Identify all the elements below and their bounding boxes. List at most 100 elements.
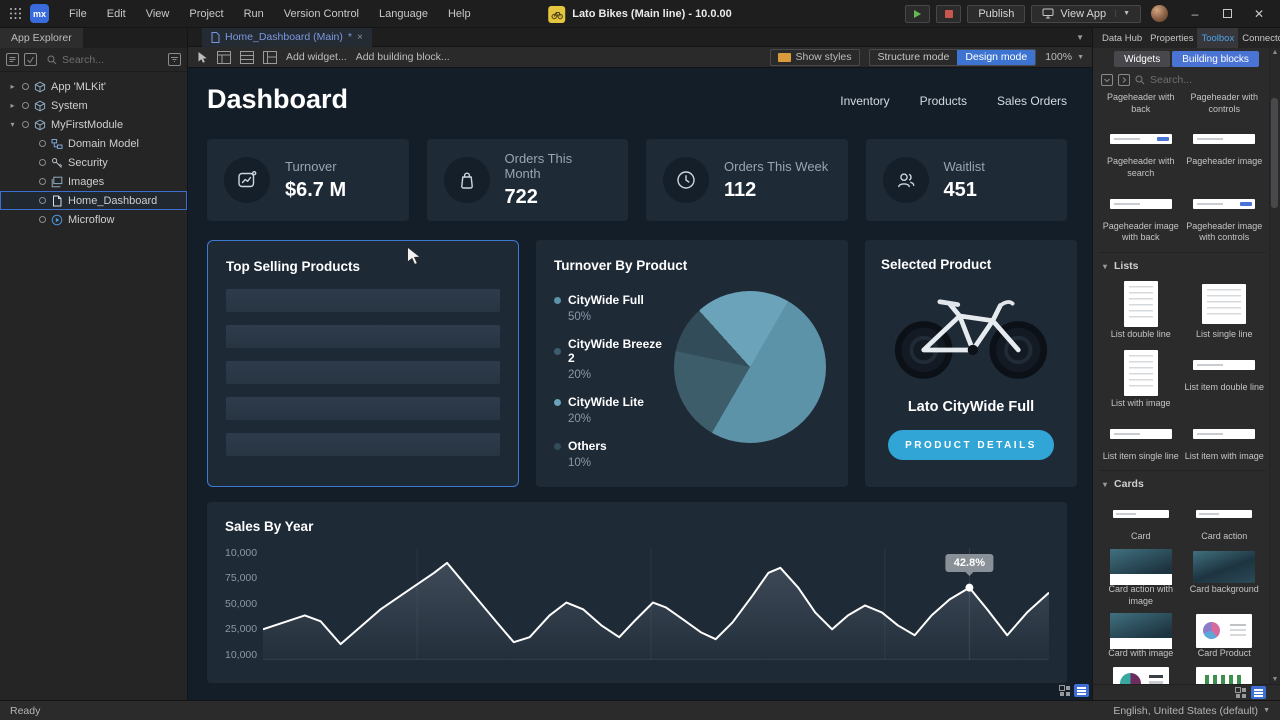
- kpi-card-orders-this-week[interactable]: Orders This Week112: [646, 139, 848, 221]
- view-app-button[interactable]: View App ▼: [1031, 5, 1141, 23]
- view-app-caret-icon[interactable]: ▼: [1115, 10, 1130, 17]
- add-widget-button[interactable]: Add widget...: [286, 51, 347, 63]
- building-block-card-with-image[interactable]: Card with image: [1099, 614, 1183, 660]
- list-view-icon[interactable]: [1251, 686, 1266, 699]
- building-block-pageheader-image-with-back[interactable]: Pageheader image with back: [1099, 187, 1183, 244]
- menu-item-view[interactable]: View: [136, 0, 180, 28]
- zoom-level: 100%: [1045, 51, 1072, 63]
- layout-rows-icon[interactable]: [240, 51, 254, 64]
- building-block-card-action-with-image[interactable]: Card action with image: [1099, 550, 1183, 607]
- structure-mode-button[interactable]: Structure mode: [870, 50, 958, 65]
- tab-data-hub[interactable]: Data Hub: [1098, 28, 1146, 48]
- grid-view-icon[interactable]: [1234, 686, 1247, 699]
- section-header-cards[interactable]: ▾Cards: [1099, 470, 1266, 497]
- tree-item-myfirstmodule[interactable]: ▾MyFirstModule: [0, 115, 187, 134]
- building-block-card-stats[interactable]: Card Stats: [1099, 667, 1183, 684]
- building-block-card-product[interactable]: Card Product: [1183, 614, 1267, 660]
- building-block-pageheader-with-controls[interactable]: Pageheader with controls: [1183, 90, 1267, 115]
- building-block-card-background[interactable]: Card background: [1183, 550, 1267, 596]
- layout-columns-icon[interactable]: [263, 51, 277, 64]
- design-mode-button[interactable]: Design mode: [957, 50, 1035, 65]
- tree-item-home-dashboard[interactable]: Home_Dashboard: [0, 191, 187, 210]
- building-block-card-graph[interactable]: Card Graph: [1183, 667, 1267, 684]
- filter-settings-icon[interactable]: [168, 53, 181, 66]
- building-block-list-single-line[interactable]: List single line: [1183, 279, 1267, 341]
- user-avatar[interactable]: [1151, 5, 1168, 22]
- building-block-list-with-image[interactable]: List with image: [1099, 348, 1183, 410]
- app-launcher-icon[interactable]: [9, 7, 22, 20]
- product-details-button[interactable]: PRODUCT DETAILS: [888, 430, 1054, 460]
- building-block-list-item-double-line[interactable]: List item double line: [1183, 348, 1267, 394]
- chevron-down-icon[interactable]: ▾: [8, 120, 17, 129]
- selected-product-card[interactable]: Selected Product: [865, 240, 1077, 487]
- add-building-block-button[interactable]: Add building block...: [356, 51, 450, 63]
- tree-item-security[interactable]: Security: [0, 153, 187, 172]
- tree-item-images[interactable]: Images: [0, 172, 187, 191]
- zoom-control[interactable]: 100% ▼: [1045, 51, 1084, 63]
- stop-button[interactable]: [936, 5, 961, 23]
- scroll-down-icon[interactable]: ▼: [1272, 676, 1279, 683]
- building-block-pageheader-with-search[interactable]: Pageheader with search: [1099, 122, 1183, 179]
- building-block-pageheader-with-back[interactable]: Pageheader with back: [1099, 90, 1183, 115]
- tree-item-system[interactable]: ▸System: [0, 96, 187, 115]
- building-block-pageheader-image[interactable]: Pageheader image: [1183, 122, 1267, 168]
- nav-link-inventory[interactable]: Inventory: [840, 94, 889, 108]
- tab-close-icon[interactable]: ×: [357, 32, 363, 43]
- building-block-list-item-single-line[interactable]: List item single line: [1099, 417, 1183, 463]
- publish-button[interactable]: Publish: [967, 5, 1025, 23]
- tree-item-domain-model[interactable]: Domain Model: [0, 134, 187, 153]
- building-block-list-item-with-image[interactable]: List item with image: [1183, 417, 1267, 463]
- building-block-card[interactable]: Card: [1099, 497, 1183, 543]
- open-editors-caret-icon[interactable]: ▼: [1076, 33, 1092, 42]
- show-styles-button[interactable]: Show styles: [770, 49, 860, 66]
- mendix-logo[interactable]: mx: [30, 4, 49, 23]
- building-block-list-double-line[interactable]: List double line: [1099, 279, 1183, 341]
- tab-toolbox[interactable]: Toolbox: [1197, 28, 1238, 48]
- run-button[interactable]: [905, 5, 930, 23]
- tab-connector[interactable]: Connector: [1238, 28, 1280, 48]
- collapse-sections-icon[interactable]: [1101, 74, 1113, 86]
- building-block-pageheader-image-with-controls[interactable]: Pageheader image with controls: [1183, 187, 1267, 244]
- toggle-widgets[interactable]: Widgets: [1114, 51, 1170, 67]
- tree-item-app-mlkit[interactable]: ▸App 'MLKit': [0, 77, 187, 96]
- tab-app-explorer[interactable]: App Explorer: [0, 28, 83, 48]
- scrollbar-thumb[interactable]: [1271, 98, 1278, 208]
- turnover-by-product-card[interactable]: Turnover By Product CityWide Full50%City…: [536, 240, 848, 487]
- grid-view-icon[interactable]: [1058, 684, 1071, 697]
- expand-sections-icon[interactable]: [1118, 74, 1130, 86]
- close-button[interactable]: ✕: [1246, 0, 1272, 28]
- list-view-icon[interactable]: [1074, 684, 1089, 697]
- menu-item-help[interactable]: Help: [438, 0, 481, 28]
- building-block-card-action[interactable]: Card action: [1183, 497, 1267, 543]
- scroll-up-icon[interactable]: ▲: [1272, 49, 1279, 56]
- toolbox-search-input[interactable]: Search...: [1135, 74, 1192, 86]
- chevron-right-icon[interactable]: ▸: [8, 82, 17, 91]
- collapse-all-icon[interactable]: [6, 53, 19, 66]
- menu-item-edit[interactable]: Edit: [97, 0, 136, 28]
- tab-properties[interactable]: Properties: [1146, 28, 1197, 48]
- maximize-button[interactable]: [1214, 0, 1240, 28]
- menu-item-file[interactable]: File: [59, 0, 97, 28]
- select-tool-icon[interactable]: [196, 51, 208, 64]
- layout-grid-icon[interactable]: [217, 51, 231, 64]
- menu-item-version-control[interactable]: Version Control: [274, 0, 369, 28]
- top-selling-products-card[interactable]: Top Selling Products: [207, 240, 519, 487]
- app-explorer-search-input[interactable]: Search...: [42, 54, 163, 66]
- minimize-button[interactable]: –: [1182, 0, 1208, 28]
- menu-item-language[interactable]: Language: [369, 0, 438, 28]
- section-header-lists[interactable]: ▾Lists: [1099, 252, 1266, 279]
- sync-selection-icon[interactable]: [24, 53, 37, 66]
- kpi-card-turnover[interactable]: Turnover$6.7 M: [207, 139, 409, 221]
- sales-by-year-card[interactable]: Sales By Year 10,00075,00050,00025,00010…: [207, 502, 1067, 683]
- tab-home-dashboard[interactable]: Home_Dashboard (Main) * ×: [202, 28, 372, 47]
- toggle-building-blocks[interactable]: Building blocks: [1172, 51, 1259, 67]
- nav-link-products[interactable]: Products: [920, 94, 967, 108]
- nav-link-sales-orders[interactable]: Sales Orders: [997, 94, 1067, 108]
- chevron-right-icon[interactable]: ▸: [8, 101, 17, 110]
- menu-item-run[interactable]: Run: [234, 0, 274, 28]
- kpi-card-orders-this-month[interactable]: Orders This Month722: [427, 139, 629, 221]
- tree-item-microflow[interactable]: Microflow: [0, 210, 187, 229]
- menu-item-project[interactable]: Project: [179, 0, 233, 28]
- language-selector[interactable]: English, United States (default) ▼: [1113, 705, 1270, 717]
- kpi-card-waitlist[interactable]: Waitlist451: [866, 139, 1068, 221]
